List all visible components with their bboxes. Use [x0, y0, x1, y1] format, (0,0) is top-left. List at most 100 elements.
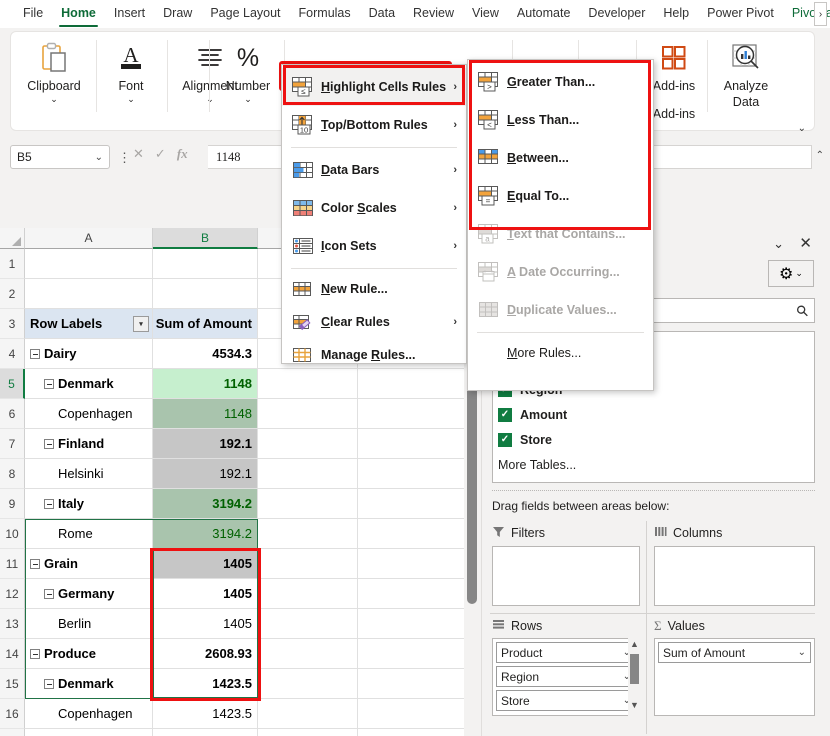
row-header-6[interactable]: 6 [0, 399, 25, 429]
rows-field-store[interactable]: Store ⌄ [496, 690, 636, 711]
cell-B17[interactable]: 747 [153, 729, 258, 736]
cell-A13[interactable]: Berlin [25, 609, 153, 639]
cell-B14[interactable]: 2608.93 [153, 639, 258, 669]
cell-B13[interactable]: 1405 [153, 609, 258, 639]
tab-home[interactable]: Home [52, 0, 105, 28]
cell-A1[interactable] [25, 249, 153, 279]
checkbox-checked-icon[interactable]: ✓ [498, 432, 512, 447]
area-values[interactable]: Σ Values Sum of Amount ⌄ [654, 616, 815, 716]
scroll-up-icon[interactable]: ▲ [629, 639, 640, 649]
cell-B6[interactable]: 1148 [153, 399, 258, 429]
submenu-item-equal-to[interactable]: = Equal To... [468, 177, 653, 215]
cell-B11[interactable]: 1405 [153, 549, 258, 579]
area-filters-dropzone[interactable] [492, 546, 640, 606]
chevron-down-icon[interactable]: ⌄ [95, 152, 103, 163]
tab-insert[interactable]: Insert [105, 0, 154, 28]
submenu-item-greater-than[interactable]: > Greater Than... [468, 63, 653, 101]
cell-C16[interactable] [258, 699, 358, 729]
column-header-b[interactable]: B [153, 228, 258, 249]
menu-item-manage-rules[interactable]: Manage Rules... [282, 338, 466, 371]
cell-B12[interactable]: 1405 [153, 579, 258, 609]
cell-D11[interactable] [358, 549, 464, 579]
number-caret-icon[interactable]: ⌄ [244, 94, 252, 105]
cell-C8[interactable] [258, 459, 358, 489]
collapse-button[interactable] [44, 498, 54, 509]
cell-A11[interactable]: Grain [25, 549, 153, 579]
panel-collapse-icon[interactable]: ⌄ [773, 236, 784, 252]
rows-field-region[interactable]: Region ⌄ [496, 666, 636, 687]
menu-item-icon-sets[interactable]: Icon Sets › [282, 227, 466, 265]
area-rows[interactable]: Rows Product ⌄ Region ⌄ Store ⌄ ▲ ▼ [492, 616, 641, 716]
tab-view[interactable]: View [463, 0, 508, 28]
collapse-button[interactable] [44, 588, 54, 599]
cell-D9[interactable] [358, 489, 464, 519]
cell-C11[interactable] [258, 549, 358, 579]
rows-scroll-thumb[interactable] [630, 654, 639, 684]
cell-A15[interactable]: Denmark [25, 669, 153, 699]
row-header-16[interactable]: 16 [0, 699, 25, 729]
values-field-sum-of-amount[interactable]: Sum of Amount ⌄ [658, 642, 811, 663]
row-header-10[interactable]: 10 [0, 519, 25, 549]
more-tables-link[interactable]: More Tables... [498, 452, 814, 477]
row-header-13[interactable]: 13 [0, 609, 25, 639]
chevron-down-icon[interactable]: ⌄ [798, 647, 806, 658]
field-item-amount[interactable]: ✓ Amount [498, 402, 814, 427]
cell-D13[interactable] [358, 609, 464, 639]
tab-draw[interactable]: Draw [154, 0, 201, 28]
collapse-button[interactable] [30, 648, 40, 659]
area-columns[interactable]: Columns [654, 523, 815, 606]
cell-B7[interactable]: 192.1 [153, 429, 258, 459]
collapse-button[interactable] [30, 348, 40, 359]
area-filters[interactable]: Filters [492, 523, 640, 606]
row-header-1[interactable]: 1 [0, 249, 25, 279]
cell-B16[interactable]: 1423.5 [153, 699, 258, 729]
row-header-2[interactable]: 2 [0, 279, 25, 309]
field-item-store[interactable]: ✓ Store [498, 427, 814, 452]
row-header-3[interactable]: 3 [0, 309, 25, 339]
cell-A8[interactable]: Helsinki [25, 459, 153, 489]
tab-formulas[interactable]: Formulas [290, 0, 360, 28]
cell-B3[interactable]: Sum of Amount [153, 309, 258, 339]
tab-page-layout[interactable]: Page Layout [201, 0, 289, 28]
cell-A17[interactable]: Germany [25, 729, 153, 736]
row-header-12[interactable]: 12 [0, 579, 25, 609]
checkbox-checked-icon[interactable]: ✓ [498, 407, 512, 422]
collapse-button[interactable] [44, 378, 54, 389]
row-header-11[interactable]: 11 [0, 549, 25, 579]
cell-A3[interactable]: Row Labels ▾ [25, 309, 153, 339]
cell-C5[interactable] [258, 369, 358, 399]
rows-area-scrollbar[interactable]: ▲ ▼ [628, 638, 641, 716]
cell-C13[interactable] [258, 609, 358, 639]
enter-icon[interactable]: ✓ [155, 146, 166, 162]
cell-D12[interactable] [358, 579, 464, 609]
tab-overflow-icon[interactable]: › [814, 2, 827, 26]
ribbon-group-number[interactable]: % Number ⌄ [212, 32, 284, 124]
row-header-15[interactable]: 15 [0, 669, 25, 699]
cell-A14[interactable]: Produce [25, 639, 153, 669]
ribbon-group-font[interactable]: A Font ⌄ [99, 32, 163, 124]
rows-field-product[interactable]: Product ⌄ [496, 642, 636, 663]
cell-C9[interactable] [258, 489, 358, 519]
cell-D16[interactable] [358, 699, 464, 729]
cell-A12[interactable]: Germany [25, 579, 153, 609]
tab-data[interactable]: Data [360, 0, 404, 28]
menu-item-clear-rules[interactable]: Clear Rules › [282, 305, 466, 338]
scroll-down-icon[interactable]: ▼ [629, 700, 640, 710]
cell-D5[interactable] [358, 369, 464, 399]
cell-D14[interactable] [358, 639, 464, 669]
cell-C10[interactable] [258, 519, 358, 549]
collapse-button[interactable] [44, 438, 54, 449]
cell-C7[interactable] [258, 429, 358, 459]
cell-C12[interactable] [258, 579, 358, 609]
cell-D6[interactable] [358, 399, 464, 429]
cell-A2[interactable] [25, 279, 153, 309]
collapse-button[interactable] [44, 678, 54, 689]
cell-B5[interactable]: 1148 [153, 369, 258, 399]
cell-A16[interactable]: Copenhagen [25, 699, 153, 729]
row-header-5[interactable]: 5 [0, 369, 25, 399]
ribbon-group-analyze-data[interactable]: Analyze Data [711, 32, 781, 124]
cell-D15[interactable] [358, 669, 464, 699]
menu-item-top-bottom-rules[interactable]: 10 Top/Bottom Rules › [282, 106, 466, 144]
row-header-9[interactable]: 9 [0, 489, 25, 519]
cell-A10[interactable]: Rome [25, 519, 153, 549]
